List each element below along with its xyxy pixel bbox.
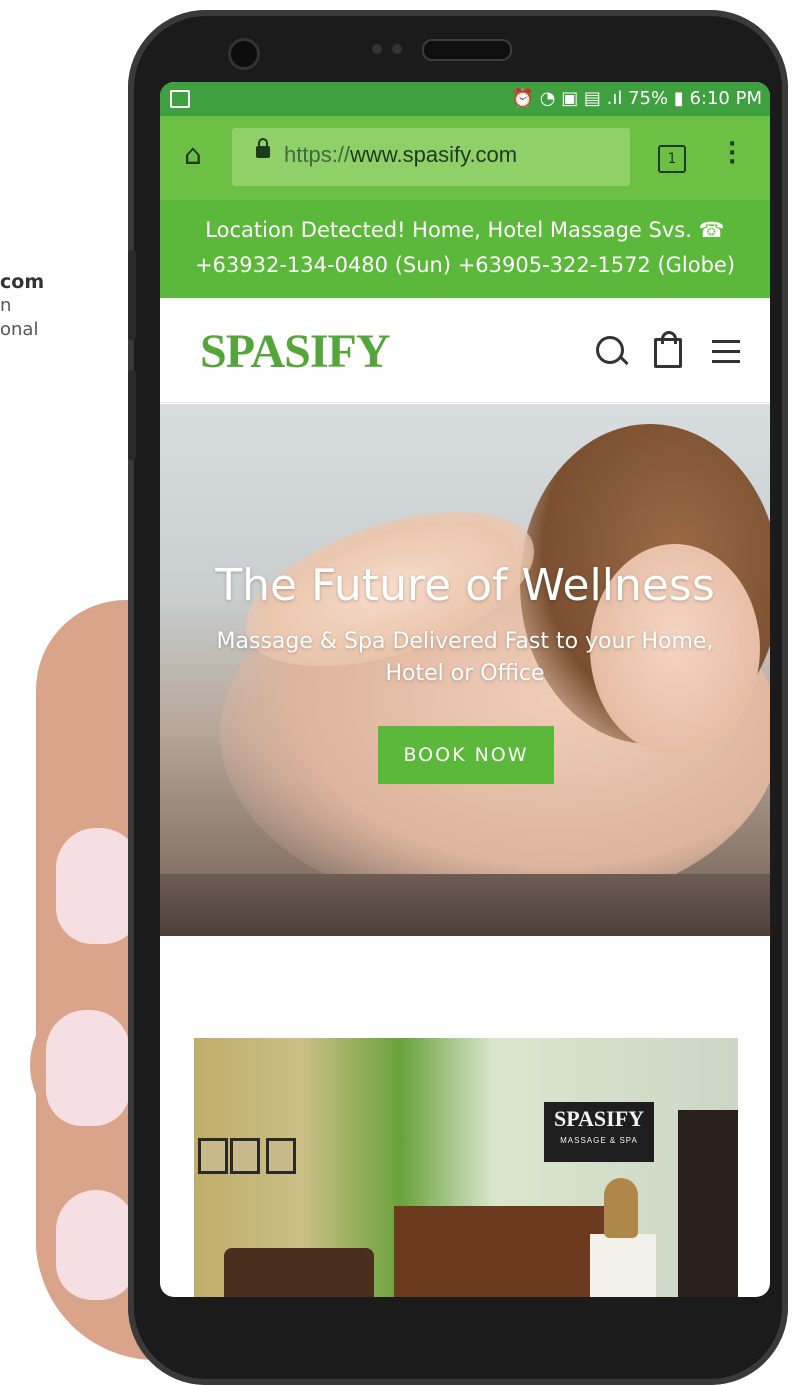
nail-3 (56, 1190, 136, 1300)
hero-subtitle: Massage & Spa Delivered Fast to your Hom… (200, 626, 730, 690)
location-banner: Location Detected! Home, Hotel Massage S… (160, 200, 770, 298)
sensor-dot (392, 44, 402, 54)
side-caption-line1: com (0, 271, 45, 293)
pedestal (590, 1234, 656, 1297)
cart-icon[interactable] (654, 331, 682, 368)
nail-2 (46, 1010, 130, 1126)
front-camera (228, 38, 260, 70)
store-sign: SPASIFY MASSAGE & SPA (544, 1102, 654, 1162)
hero-title: The Future of Wellness (215, 560, 715, 611)
wall-frame (198, 1138, 228, 1174)
hero-banner: The Future of Wellness Massage & Spa Del… (160, 404, 770, 936)
browser-toolbar: ⌂ https://www.spasify.com 1 · · · (160, 116, 770, 200)
phone-screen: ⏰ ◔ ▣ ▤ .ıl 75% ▮ 6:10 PM ⌂ https://www.… (160, 82, 770, 1297)
door (678, 1110, 738, 1297)
side-caption: com n onal (0, 270, 44, 342)
sensor-dot (372, 44, 382, 54)
side-caption-line2: n (0, 295, 12, 316)
site-header: SPASIFY (160, 298, 770, 403)
earpiece-speaker (422, 39, 512, 61)
hero-photo-towel (160, 874, 770, 936)
hero-subtitle-line2: Hotel or Office (385, 661, 545, 686)
address-bar[interactable]: https://www.spasify.com (232, 128, 630, 186)
buddha-statue (604, 1178, 638, 1238)
image-notification-icon (170, 90, 190, 108)
banner-line2: +63932-134-0480 (Sun) +63905-322-1572 (G… (194, 253, 736, 277)
tab-switcher-button[interactable]: 1 (658, 145, 686, 173)
lock-icon (256, 138, 270, 158)
search-icon[interactable] (596, 336, 624, 364)
store-sign-tagline: MASSAGE & SPA (560, 1136, 638, 1145)
side-caption-line3: onal (0, 319, 39, 340)
url-text: https://www.spasify.com (284, 142, 517, 168)
wall-frame (230, 1138, 260, 1174)
home-icon[interactable]: ⌂ (184, 138, 202, 171)
book-now-button[interactable]: BOOK NOW (378, 726, 554, 784)
phone-side-button-2 (128, 370, 136, 460)
url-host: www.spasify.com (350, 142, 518, 167)
url-scheme: https:// (284, 142, 351, 167)
hero-subtitle-line1: Massage & Spa Delivered Fast to your Hom… (216, 629, 714, 654)
hamburger-menu-icon[interactable] (712, 340, 740, 370)
sofa (224, 1248, 374, 1297)
store-sign-name: SPASIFY (553, 1106, 645, 1131)
wall-frame (266, 1138, 296, 1174)
phone-side-button-1 (128, 250, 136, 340)
overflow-menu-icon[interactable]: · · · (728, 134, 736, 174)
spa-reception-photo: SPASIFY MASSAGE & SPA (194, 1038, 738, 1297)
status-indicators: ⏰ ◔ ▣ ▤ .ıl 75% ▮ 6:10 PM (511, 88, 762, 109)
status-bar: ⏰ ◔ ▣ ▤ .ıl 75% ▮ 6:10 PM (160, 82, 770, 116)
banner-line1: Location Detected! Home, Hotel Massage S… (205, 218, 725, 242)
site-logo[interactable]: SPASIFY (200, 324, 390, 379)
